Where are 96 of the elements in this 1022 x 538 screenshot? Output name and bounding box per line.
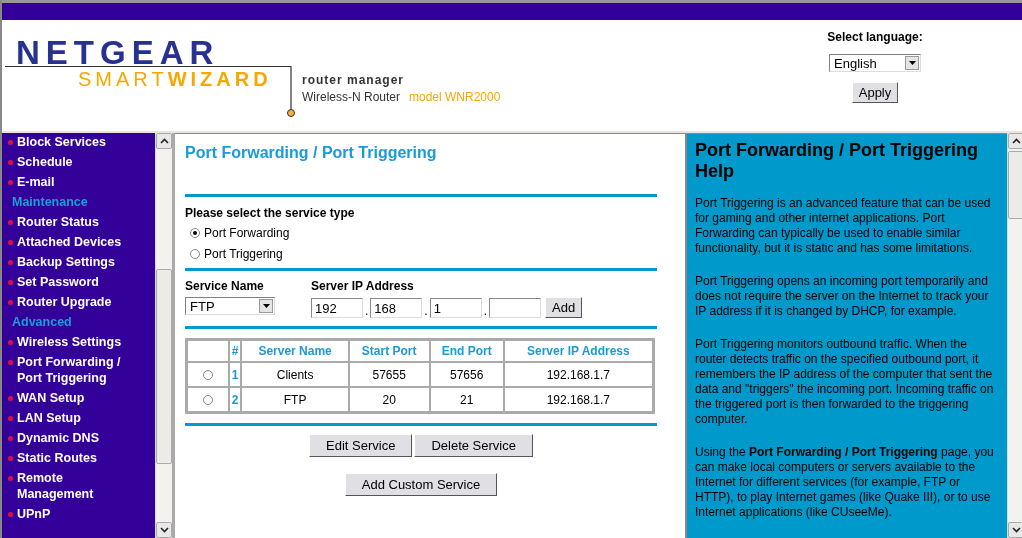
- help-paragraph: Using the Port Forwarding / Port Triggering page, you can make local computers or servers available to the Internet for different services (for example, FTP or HTTP), to play Internet games (like Quake III), or to use Internet applications (like CUseeMe).: [695, 445, 995, 520]
- scroll-thumb[interactable]: [1008, 151, 1022, 219]
- radio-button[interactable]: [190, 249, 200, 259]
- service-type-label: Please select the service type: [185, 206, 356, 220]
- sidebar-heading: Maintenance: [11, 194, 89, 210]
- bullet-icon: [8, 476, 13, 481]
- add-custom-service-button[interactable]: Add Custom Service: [344, 473, 498, 496]
- radio-label[interactable]: Port Forwarding: [204, 226, 290, 240]
- column-header: End Port: [429, 340, 504, 362]
- service-name-dropdown[interactable]: FTP: [185, 297, 275, 315]
- ip-octet-field[interactable]: 1: [429, 298, 482, 318]
- sidebar-link[interactable]: Wireless Settings: [17, 334, 122, 350]
- help-paragraph: Port Triggering opens an incoming port temporarily and does not require the server on the Internet to track your IP address if it is changed by DHCP, for example.: [695, 274, 990, 319]
- sidebar-link[interactable]: Block Services: [17, 134, 106, 150]
- tagline: router manager: [302, 73, 405, 87]
- ip-octet-field[interactable]: 168: [370, 298, 423, 318]
- scroll-thumb[interactable]: [156, 269, 172, 464]
- sidebar-link[interactable]: Dynamic DNS: [17, 430, 99, 446]
- dropdown-arrow-icon: [262, 304, 270, 308]
- bullet-icon: [8, 240, 13, 245]
- bullet-icon: [8, 360, 13, 365]
- service-button[interactable]: Edit Service: [309, 434, 413, 457]
- ip-separator: .: [365, 304, 369, 318]
- help-title: Port Forwarding / Port Triggering Help: [695, 140, 979, 182]
- field-label: Server IP Address: [311, 279, 415, 293]
- table-cell: 57655: [348, 362, 430, 387]
- radio-button[interactable]: [203, 394, 213, 405]
- sidebar-link[interactable]: Remote Management: [17, 470, 135, 502]
- table-cell: Clients: [241, 362, 349, 387]
- service-button[interactable]: Delete Service: [414, 434, 533, 457]
- sidebar-link[interactable]: Static Routes: [17, 450, 97, 466]
- sidebar-link[interactable]: Schedule: [17, 154, 73, 170]
- bullet-icon: [8, 340, 13, 345]
- ip-separator: .: [483, 304, 488, 318]
- field-label: Service Name: [185, 279, 265, 293]
- column-header: Start Port: [348, 340, 430, 362]
- sidebar-link[interactable]: Set Password: [17, 274, 99, 290]
- radio-label[interactable]: Port Triggering: [204, 247, 283, 261]
- caret-down-icon: [1011, 527, 1021, 533]
- ip-octet-field[interactable]: 192: [311, 298, 363, 318]
- bullet-icon: [8, 396, 13, 401]
- column-header: Server IP Address: [503, 340, 653, 362]
- table-cell: 20: [348, 387, 430, 412]
- scroll-up-button[interactable]: [1008, 133, 1022, 149]
- sidebar-link[interactable]: Attached Devices: [17, 234, 122, 250]
- sidebar-link[interactable]: LAN Setup: [17, 410, 81, 426]
- bullet-icon: [8, 300, 13, 305]
- sidebar-link[interactable]: UPnP: [17, 506, 51, 522]
- ip-separator: .: [424, 304, 428, 318]
- device-name: Wireless-N Router: [302, 90, 400, 104]
- page-title: Port Forwarding / Port Triggering: [185, 144, 438, 162]
- table-cell: 2: [229, 387, 242, 412]
- sidebar-link[interactable]: Router Status: [17, 214, 99, 230]
- radio-button[interactable]: [190, 228, 200, 238]
- table-cell: 57656: [429, 362, 504, 387]
- bullet-icon: [8, 160, 13, 165]
- bullet-icon: [8, 180, 13, 185]
- bullet-icon: [8, 512, 13, 517]
- sidebar-link[interactable]: E-mail: [17, 174, 55, 190]
- table-cell: 192.168.1.7: [503, 387, 653, 412]
- apply-button[interactable]: Apply: [851, 82, 899, 103]
- scroll-down-button[interactable]: [156, 522, 172, 538]
- caret-up-icon: [159, 138, 169, 144]
- dropdown-arrow-icon: [908, 61, 916, 65]
- scrollbar[interactable]: [1007, 133, 1022, 538]
- bullet-icon: [8, 456, 13, 461]
- radio-button[interactable]: [203, 369, 213, 380]
- column-header: Server Name: [241, 340, 349, 362]
- bullet-icon: [8, 140, 13, 145]
- sidebar-link[interactable]: Router Upgrade: [17, 294, 112, 310]
- help-paragraph: Port Triggering monitors outbound traffic. When the router detects traffic on the specified outbound port, it remembers the IP address of the computer that sent the data and "triggers" the incoming port. Incoming traffic on the triggered port is then forwarded to the triggering computer.: [695, 337, 995, 427]
- table-cell: 192.168.1.7: [503, 362, 653, 387]
- bullet-icon: [8, 436, 13, 441]
- language-label: Select language:: [827, 30, 923, 44]
- help-paragraph: Port Triggering is an advanced feature that can be used for gaming and other internet applications. Port Forwarding can typically be used to enable similar functionality, but it is static and has some limitations.: [695, 196, 992, 256]
- bullet-icon: [8, 260, 13, 265]
- sidebar-link[interactable]: Backup Settings: [17, 254, 115, 270]
- sidebar-heading: Advanced: [11, 314, 73, 330]
- scrollbar[interactable]: [155, 133, 172, 538]
- bullet-icon: [8, 416, 13, 421]
- table-cell: 21: [429, 387, 504, 412]
- model-name: model WNR2000: [409, 90, 501, 104]
- sidebar-link[interactable]: WAN Setup: [17, 390, 85, 406]
- scroll-down-button[interactable]: [1008, 522, 1022, 538]
- add-button[interactable]: Add: [545, 297, 583, 318]
- bullet-icon: [8, 220, 13, 225]
- bullet-icon: [8, 280, 13, 285]
- scroll-up-button[interactable]: [156, 133, 172, 149]
- table-cell: 1: [229, 362, 242, 387]
- ip-octet-field[interactable]: [489, 298, 542, 318]
- column-header: #: [229, 340, 242, 362]
- sidebar-link[interactable]: Port Forwarding / Port Triggering: [17, 354, 135, 386]
- caret-up-icon: [1011, 138, 1021, 144]
- table-cell: FTP: [241, 387, 349, 412]
- caret-down-icon: [159, 527, 169, 533]
- language-dropdown[interactable]: English: [829, 54, 921, 72]
